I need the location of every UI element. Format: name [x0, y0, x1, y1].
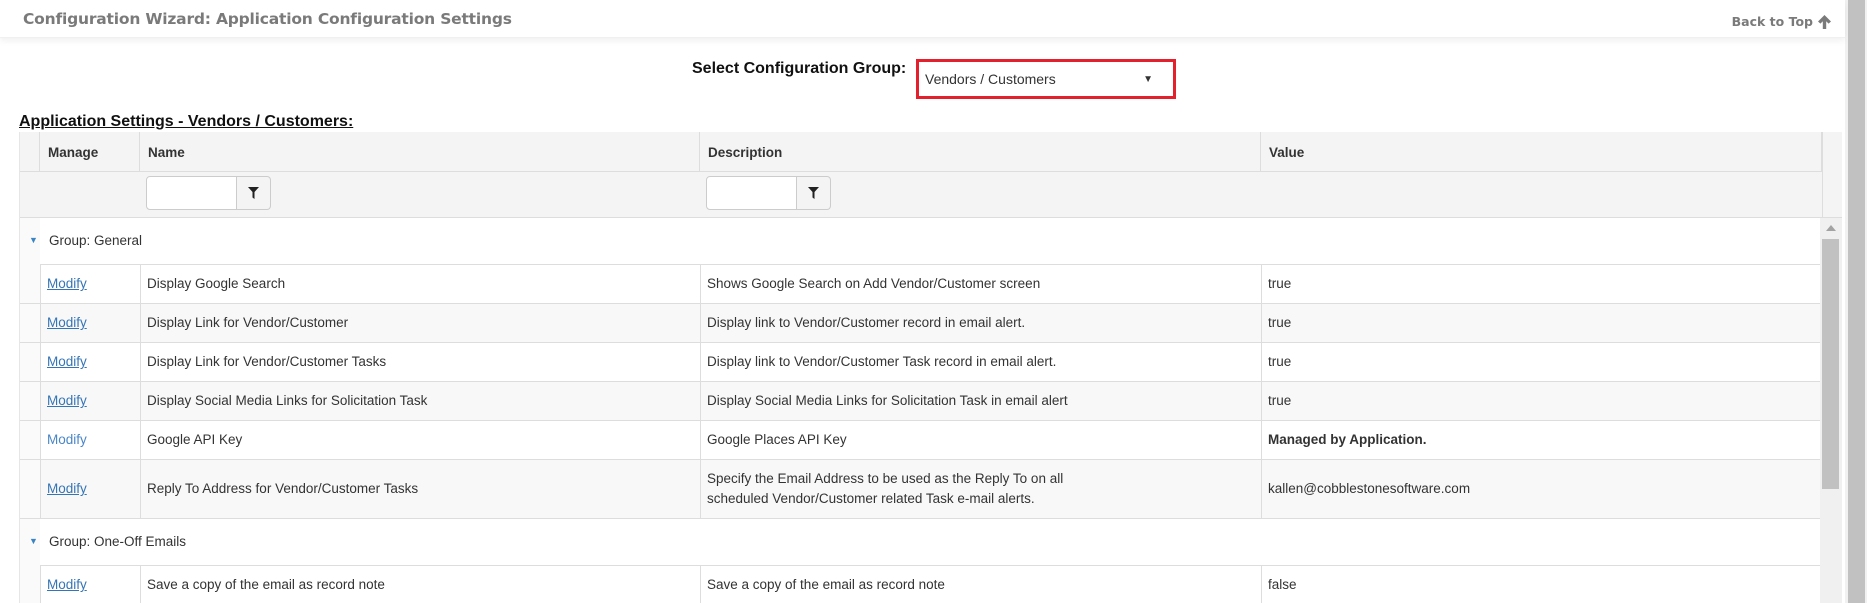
- manage-cell: Modify: [40, 265, 140, 303]
- row-indent: [20, 382, 40, 420]
- group-selector-label: Select Configuration Group:: [692, 60, 907, 77]
- description-cell: Google Places API Key: [700, 421, 1261, 459]
- value-cell: true: [1261, 265, 1820, 303]
- table-row: Modify Display Social Media Links for So…: [20, 382, 1820, 421]
- description-cell: Shows Google Search on Add Vendor/Custom…: [700, 265, 1261, 303]
- column-header-manage[interactable]: Manage: [40, 132, 140, 171]
- description-filter: [706, 176, 831, 210]
- name-filter-button[interactable]: [237, 176, 271, 210]
- section-heading: Application Settings - Vendors / Custome…: [19, 113, 354, 130]
- page-scrollbar-thumb[interactable]: [1848, 0, 1865, 603]
- modify-link[interactable]: Modify: [47, 391, 87, 411]
- manage-cell: Modify: [40, 460, 140, 518]
- arrow-up-icon: [1818, 14, 1831, 29]
- collapse-caret-icon[interactable]: ▼: [29, 235, 38, 245]
- row-indent: [20, 304, 40, 342]
- manage-cell: Modify: [40, 304, 140, 342]
- top-bar: Configuration Wizard: Application Config…: [0, 0, 1845, 38]
- value-cell: Managed by Application.: [1261, 421, 1820, 459]
- name-cell: Display Google Search: [140, 265, 700, 303]
- name-cell: Display Social Media Links for Solicitat…: [140, 382, 700, 420]
- back-to-top-label: Back to Top: [1731, 14, 1813, 29]
- table-row: Modify Display Link for Vendor/Customer …: [20, 304, 1820, 343]
- row-indent: [20, 566, 40, 603]
- header-indent: [20, 132, 40, 171]
- column-header-name[interactable]: Name: [140, 132, 700, 171]
- value-cell: false: [1261, 566, 1820, 603]
- group-label: Group: One-Off Emails: [49, 534, 187, 549]
- row-indent: [20, 343, 40, 381]
- modify-link[interactable]: Modify: [47, 430, 87, 450]
- value-cell: kallen@cobblestonesoftware.com: [1261, 460, 1820, 518]
- dropdown-selected-value: Vendors / Customers: [925, 71, 1056, 87]
- scroll-up-button[interactable]: [1820, 218, 1842, 238]
- collapse-caret-icon[interactable]: ▼: [29, 536, 38, 546]
- column-header-description[interactable]: Description: [700, 132, 1261, 171]
- grid-header-scroll-spacer: [1822, 132, 1842, 217]
- modify-link[interactable]: Modify: [47, 274, 87, 294]
- page-scrollbar[interactable]: [1845, 0, 1867, 603]
- modify-link[interactable]: Modify: [47, 313, 87, 333]
- group-row-general: ▼ Group: General: [20, 218, 1820, 266]
- manage-cell: Modify: [40, 382, 140, 420]
- manage-cell: Modify: [40, 421, 140, 459]
- filter-icon: [248, 187, 259, 199]
- table-row: Modify Display Google Search Shows Googl…: [20, 265, 1820, 304]
- manage-cell: Modify: [40, 566, 140, 603]
- grid-body: ▼ Group: General Modify Display Google S…: [20, 218, 1820, 603]
- value-cell: true: [1261, 382, 1820, 420]
- group-row-one-off-emails: ▼ Group: One-Off Emails: [20, 519, 1820, 567]
- configuration-group-dropdown[interactable]: Vendors / Customers ▼: [919, 62, 1173, 96]
- modify-link[interactable]: Modify: [47, 352, 87, 372]
- manage-cell: Modify: [40, 343, 140, 381]
- grid-scrollbar[interactable]: [1820, 218, 1842, 603]
- modify-link[interactable]: Modify: [47, 575, 87, 595]
- row-indent: [20, 265, 40, 303]
- table-row: Modify Display Link for Vendor/Customer …: [20, 343, 1820, 382]
- settings-grid: Manage Name Description Value ▼ Group: G…: [19, 132, 1842, 603]
- page-title: Configuration Wizard: Application Config…: [23, 10, 512, 28]
- group-label: Group: General: [49, 233, 143, 248]
- table-row: Modify Google API Key Google Places API …: [20, 421, 1820, 460]
- name-filter: [146, 176, 271, 210]
- name-cell: Google API Key: [140, 421, 700, 459]
- header-divider: [20, 171, 1822, 172]
- table-row: Modify Save a copy of the email as recor…: [20, 566, 1820, 603]
- value-cell: true: [1261, 343, 1820, 381]
- description-cell: Display link to Vendor/Customer record i…: [700, 304, 1261, 342]
- name-filter-input[interactable]: [146, 176, 237, 210]
- row-indent: [20, 421, 40, 459]
- modify-link[interactable]: Modify: [47, 479, 87, 499]
- description-cell: Specify the Email Address to be used as …: [700, 460, 1261, 518]
- table-row: Modify Reply To Address for Vendor/Custo…: [20, 460, 1820, 519]
- back-to-top-link[interactable]: Back to Top: [1732, 14, 1831, 29]
- name-cell: Display Link for Vendor/Customer: [140, 304, 700, 342]
- name-cell: Save a copy of the email as record note: [140, 566, 700, 603]
- description-filter-button[interactable]: [797, 176, 831, 210]
- value-cell: true: [1261, 304, 1820, 342]
- filter-icon: [808, 187, 819, 199]
- dropdown-caret-icon: ▼: [1143, 74, 1153, 85]
- group-selector: Select Configuration Group:: [692, 60, 918, 78]
- description-cell: Save a copy of the email as record note: [700, 566, 1261, 603]
- name-cell: Reply To Address for Vendor/Customer Tas…: [140, 460, 700, 518]
- row-indent: [20, 460, 40, 518]
- name-cell: Display Link for Vendor/Customer Tasks: [140, 343, 700, 381]
- description-cell: Display Social Media Links for Solicitat…: [700, 382, 1261, 420]
- scroll-up-arrow-icon: [1826, 225, 1836, 231]
- grid-scrollbar-thumb[interactable]: [1822, 239, 1839, 489]
- description-cell: Display link to Vendor/Customer Task rec…: [700, 343, 1261, 381]
- description-filter-input[interactable]: [706, 176, 797, 210]
- grid-header: Manage Name Description Value: [20, 132, 1842, 218]
- column-header-value[interactable]: Value: [1261, 132, 1822, 171]
